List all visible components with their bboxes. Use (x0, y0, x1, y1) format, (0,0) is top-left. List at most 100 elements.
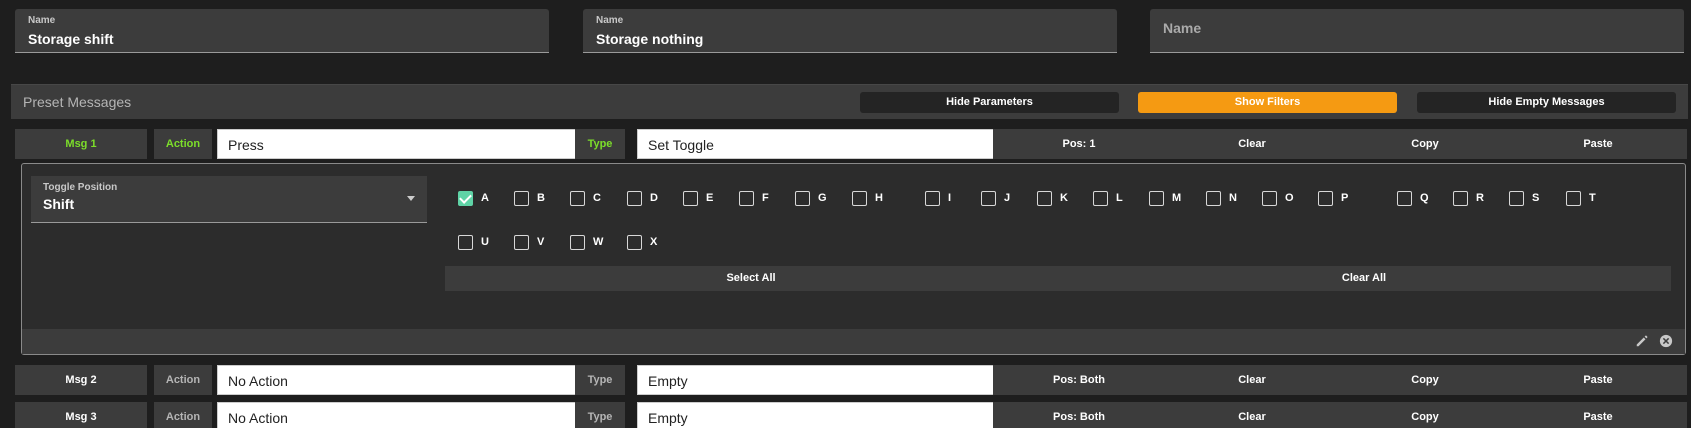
clear-button[interactable]: Clear (1238, 402, 1266, 428)
action-select[interactable]: Press (217, 129, 581, 159)
copy-button[interactable]: Copy (1411, 129, 1439, 159)
preset-messages-bar: Preset Messages Hide Parameters Show Fil… (11, 84, 1688, 119)
checkbox-label: I (948, 192, 952, 204)
clear-button[interactable]: Clear (1238, 129, 1266, 159)
clear-button[interactable]: Clear (1238, 365, 1266, 395)
checkbox-label: O (1285, 192, 1294, 204)
checkbox-label: W (593, 236, 604, 248)
checkbox-x[interactable] (627, 235, 642, 250)
type-select[interactable]: Empty (637, 402, 1001, 428)
checkbox-label: L (1116, 192, 1123, 204)
message-ops: Pos: 1 Clear Copy Paste (993, 129, 1687, 159)
name-field-3[interactable]: Name (1150, 9, 1684, 53)
type-tag: Type (575, 365, 625, 395)
toggle-position-select[interactable]: Toggle Position Shift (31, 176, 427, 223)
checkbox-v[interactable] (514, 235, 529, 250)
action-select[interactable]: No Action (217, 402, 581, 428)
action-select[interactable]: No Action (217, 365, 581, 395)
checkbox-label: C (593, 192, 601, 204)
checkbox-label: F (762, 192, 769, 204)
checkbox-u[interactable] (458, 235, 473, 250)
toggle-position-value: Shift (43, 196, 75, 212)
checkbox-g[interactable] (795, 191, 810, 206)
action-tag: Action (154, 129, 212, 159)
checkbox-q[interactable] (1397, 191, 1412, 206)
checkbox-label: D (650, 192, 658, 204)
name-label: Name (28, 15, 56, 26)
checkbox-b[interactable] (514, 191, 529, 206)
message-label[interactable]: Msg 3 (15, 402, 147, 428)
select-all-button[interactable]: Select All (445, 266, 1057, 291)
checkbox-label: A (481, 192, 489, 204)
name-field-2[interactable]: Name Storage nothing (583, 9, 1117, 53)
clear-all-button[interactable]: Clear All (1057, 266, 1671, 291)
name-value[interactable]: Storage shift (28, 31, 536, 47)
hide-empty-messages-button[interactable]: Hide Empty Messages (1417, 92, 1676, 113)
hide-parameters-button[interactable]: Hide Parameters (860, 92, 1119, 113)
type-tag: Type (575, 129, 625, 159)
checkbox-n[interactable] (1206, 191, 1221, 206)
name-label: Name (596, 15, 624, 26)
checkbox-j[interactable] (981, 191, 996, 206)
checkbox-label: Q (1420, 192, 1429, 204)
action-tag: Action (154, 402, 212, 428)
pos-button[interactable]: Pos: 1 (1062, 129, 1095, 159)
checkbox-i[interactable] (925, 191, 940, 206)
pencil-icon[interactable] (1635, 334, 1649, 348)
checkbox-label: G (818, 192, 827, 204)
name-value[interactable]: Storage nothing (596, 31, 1104, 47)
paste-button[interactable]: Paste (1583, 402, 1612, 428)
paste-button[interactable]: Paste (1583, 129, 1612, 159)
message-row-1: Msg 1 Action Press Type Set Toggle Pos: … (15, 129, 1687, 159)
copy-button[interactable]: Copy (1411, 365, 1439, 395)
pos-button[interactable]: Pos: Both (1053, 402, 1105, 428)
close-circle-icon[interactable] (1659, 334, 1673, 348)
checkbox-o[interactable] (1262, 191, 1277, 206)
checkbox-label: V (537, 236, 545, 248)
message-row-3: Msg 3 Action No Action Type Empty Pos: B… (15, 402, 1687, 428)
checkbox-label: M (1172, 192, 1182, 204)
name-field-1[interactable]: Name Storage shift (15, 9, 549, 53)
checkbox-s[interactable] (1509, 191, 1524, 206)
panel-footer (22, 329, 1685, 354)
caret-down-icon (407, 196, 415, 201)
preset-messages-title: Preset Messages (23, 94, 132, 110)
pos-button[interactable]: Pos: Both (1053, 365, 1105, 395)
action-tag: Action (154, 365, 212, 395)
checkbox-label: B (537, 192, 545, 204)
checkbox-label: H (875, 192, 883, 204)
checkbox-label: T (1589, 192, 1596, 204)
checkbox-label: P (1341, 192, 1349, 204)
checkbox-f[interactable] (739, 191, 754, 206)
checkbox-m[interactable] (1149, 191, 1164, 206)
show-filters-button[interactable]: Show Filters (1138, 92, 1397, 113)
type-tag: Type (575, 402, 625, 428)
checkbox-h[interactable] (852, 191, 867, 206)
message-label[interactable]: Msg 1 (15, 129, 147, 159)
checkbox-label: R (1476, 192, 1484, 204)
type-select[interactable]: Empty (637, 365, 1001, 395)
checkbox-d[interactable] (627, 191, 642, 206)
checkbox-label: S (1532, 192, 1540, 204)
checkbox-e[interactable] (683, 191, 698, 206)
checkbox-k[interactable] (1037, 191, 1052, 206)
checkbox-r[interactable] (1453, 191, 1468, 206)
checkbox-c[interactable] (570, 191, 585, 206)
message-ops: Pos: Both Clear Copy Paste (993, 365, 1687, 395)
checkbox-label: E (706, 192, 714, 204)
message-label[interactable]: Msg 2 (15, 365, 147, 395)
checkbox-a[interactable] (458, 191, 473, 206)
checkbox-label: K (1060, 192, 1068, 204)
checkbox-p[interactable] (1318, 191, 1333, 206)
paste-button[interactable]: Paste (1583, 365, 1612, 395)
checkbox-label: J (1004, 192, 1011, 204)
checkbox-label: U (481, 236, 489, 248)
checkbox-label: X (650, 236, 658, 248)
checkbox-l[interactable] (1093, 191, 1108, 206)
checkbox-w[interactable] (570, 235, 585, 250)
checkbox-t[interactable] (1566, 191, 1581, 206)
checkbox-label: N (1229, 192, 1237, 204)
type-select[interactable]: Set Toggle (637, 129, 1001, 159)
copy-button[interactable]: Copy (1411, 402, 1439, 428)
message-row-2: Msg 2 Action No Action Type Empty Pos: B… (15, 365, 1687, 395)
